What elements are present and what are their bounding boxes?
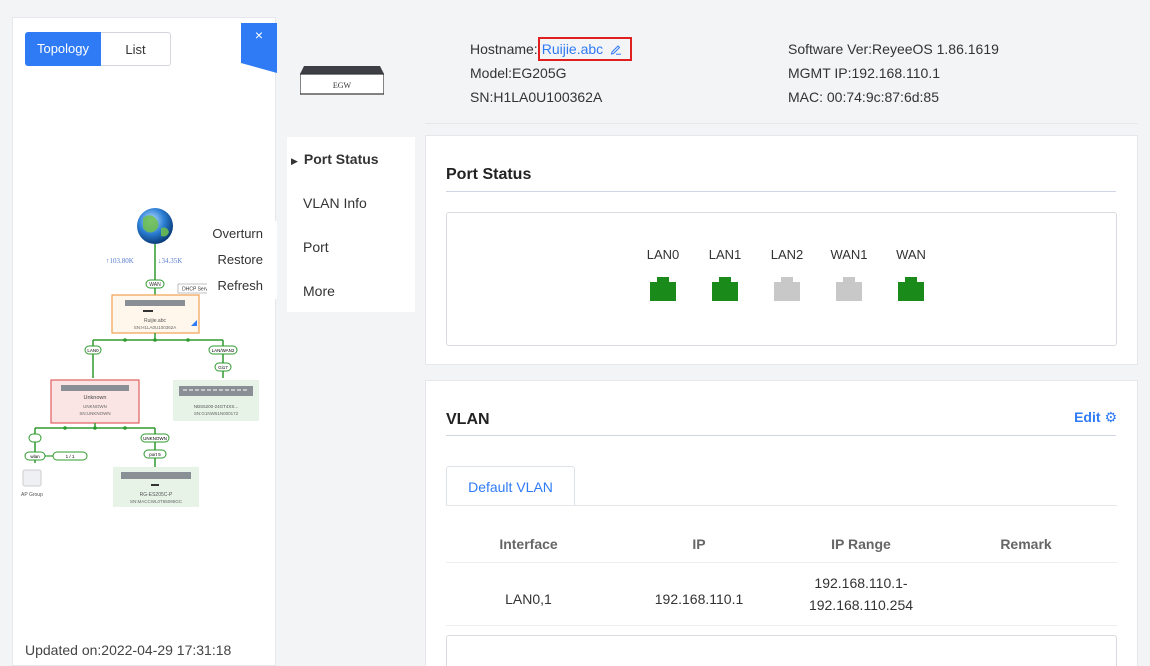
- gateway-sn: SN:H1LA0U100362A: [134, 325, 177, 330]
- port-label: WAN1: [830, 247, 868, 262]
- ethernet-port-icon: [712, 277, 738, 301]
- menu-item-overturn[interactable]: Overturn: [207, 221, 277, 247]
- ethernet-port-icon: [898, 277, 924, 301]
- port-status-rule: [446, 191, 1116, 192]
- col-remark: Remark: [1000, 536, 1052, 552]
- lan-tag: LAN0: [87, 348, 99, 353]
- next-vlan-panel: [446, 635, 1117, 666]
- software-text: Software Ver:ReyeeOS 1.86.1619: [788, 41, 999, 57]
- unknown2-tag: UNKNOWN: [143, 436, 167, 441]
- close-panel-button[interactable]: ×: [241, 23, 277, 73]
- hostname-link[interactable]: Ruijie.abc: [542, 41, 603, 57]
- row-rule: [446, 625, 1117, 626]
- menu-item-restore[interactable]: Restore: [207, 247, 277, 273]
- mac-text: MAC: 00:74:9c:87:6d:85: [788, 89, 939, 105]
- tab-list[interactable]: List: [101, 32, 171, 66]
- es-switch-node[interactable]: RG-ES205C-P SN:MACCWL0T65095GC: [113, 467, 199, 507]
- submenu-port-status[interactable]: ▶ Port Status: [287, 137, 415, 181]
- es-name: RG-ES205C-P: [140, 492, 173, 498]
- col-ip-range: IP Range: [831, 536, 891, 552]
- ethernet-port-icon: [836, 277, 862, 301]
- port-status-title: Port Status: [446, 166, 532, 183]
- port-label: WAN: [896, 247, 926, 262]
- port-label: LAN0: [646, 247, 680, 262]
- upload-rate: ↑103.80K: [106, 257, 134, 265]
- port5-tag: port 5: [149, 452, 161, 457]
- wan-tag: WAN: [149, 282, 161, 288]
- topology-panel: Topology List × ↑103.80K ↓34.35K WAN DHC…: [12, 17, 277, 666]
- cell-interface: LAN0,1: [505, 591, 552, 607]
- wlan-tag: wlan: [30, 454, 40, 459]
- gateway-node[interactable]: Ruijie.abc SN:H1LA0U100362A: [111, 294, 200, 334]
- gear-icon: ⚙: [1104, 409, 1117, 425]
- vlan-title: VLAN: [446, 411, 490, 428]
- device-info-left: Hostname: Ruijie.abc Model:EG205G SN:H1LA…: [470, 37, 633, 109]
- detail-submenu: ▶ Port Status VLAN Info Port More: [287, 137, 415, 312]
- download-rate: ↓34.35K: [158, 257, 182, 265]
- device-info-right: Software Ver:ReyeeOS 1.86.1619 MGMT IP:1…: [788, 37, 999, 109]
- unknown-device-node[interactable]: Unknown UNKNOWN SN:UNKNOWN: [50, 379, 140, 424]
- vlan-card: VLAN Edit ⚙ Default VLAN Interface IP IP…: [425, 380, 1138, 666]
- device-image-label: EGW: [333, 81, 352, 90]
- port-status-card: Port Status LAN0 LAN1 LAN2 WAN1 WAN: [425, 135, 1138, 365]
- port-lan1[interactable]: LAN1: [703, 247, 747, 301]
- unknown-sn: SN:UNKNOWN: [79, 411, 110, 416]
- vlan-tab-rule: [446, 505, 1117, 506]
- submenu-vlan-info[interactable]: VLAN Info: [287, 181, 415, 225]
- port-lan2[interactable]: LAN2: [765, 247, 809, 301]
- col-interface: Interface: [499, 536, 558, 552]
- port-wan1[interactable]: WAN1: [827, 247, 871, 301]
- es-sn: SN:MACCWL0T65095GC: [130, 499, 183, 504]
- nbs-sn: SN:G1NW51N000172: [194, 411, 239, 416]
- submenu-more[interactable]: More: [287, 269, 415, 313]
- cell-ip-range-end: 192.168.110.254: [808, 597, 914, 613]
- nbs-switch-node[interactable]: NBS5200-24GT4XS... SN:G1NW51N000172: [173, 380, 259, 421]
- ethernet-port-icon: [774, 277, 800, 301]
- col-ip: IP: [692, 536, 706, 552]
- context-menu: Overturn Restore Refresh: [207, 221, 277, 299]
- updated-time: Updated on:2022-04-29 17:31:18: [25, 642, 232, 658]
- edit-pencil-icon[interactable]: [610, 43, 622, 55]
- model-text: Model:EG205G: [470, 65, 567, 81]
- header-divider: [425, 123, 1138, 124]
- cell-ip-range-start: 192.168.110.1-: [814, 575, 908, 591]
- ap-group-node[interactable]: AP Group: [21, 469, 43, 498]
- port-wan[interactable]: WAN: [889, 247, 933, 301]
- switch-port-tag: Gi17: [218, 365, 228, 370]
- hostname-highlight: Ruijie.abc: [537, 37, 633, 61]
- dhcp-tag: DHCP Serv: [182, 287, 208, 293]
- tab-topology[interactable]: Topology: [25, 32, 101, 66]
- port-label: LAN1: [708, 247, 742, 262]
- sn-text: SN:H1LA0U100362A: [470, 89, 603, 105]
- ap-count: 1 / 1: [66, 454, 75, 459]
- ethernet-port-icon: [650, 277, 676, 301]
- gateway-name: Ruijie.abc: [144, 318, 166, 324]
- unknown-title: Unknown: [84, 395, 107, 401]
- nbs-name: NBS5200-24GT4XS...: [194, 404, 238, 409]
- mgmt-ip-text: MGMT IP:192.168.110.1: [788, 65, 941, 81]
- lanwan-tag: LAN/WAN2: [212, 348, 235, 353]
- close-icon[interactable]: ×: [255, 27, 263, 43]
- port-lan0[interactable]: LAN0: [641, 247, 685, 301]
- cell-ip: 192.168.110.1: [654, 591, 744, 607]
- device-image: EGW: [300, 66, 384, 95]
- ap-group-label: AP Group: [21, 492, 43, 498]
- port-label: LAN2: [770, 247, 804, 262]
- caret-right-icon: ▶: [291, 156, 298, 166]
- internet-globe-icon[interactable]: [137, 208, 173, 244]
- view-toggle: Topology List: [25, 32, 171, 66]
- submenu-port[interactable]: Port: [287, 225, 415, 269]
- unknown-name: UNKNOWN: [83, 404, 107, 409]
- menu-item-refresh[interactable]: Refresh: [207, 273, 277, 299]
- vlan-title-rule: [446, 435, 1116, 436]
- ports-panel: LAN0 LAN1 LAN2 WAN1 WAN: [446, 212, 1117, 346]
- tab-default-vlan[interactable]: Default VLAN: [446, 466, 575, 506]
- hostname-label: Hostname:: [470, 41, 538, 57]
- hostname-row: Hostname: Ruijie.abc: [470, 37, 633, 61]
- header-row-rule: [446, 562, 1117, 563]
- vlan-edit-button[interactable]: Edit ⚙: [1074, 409, 1117, 426]
